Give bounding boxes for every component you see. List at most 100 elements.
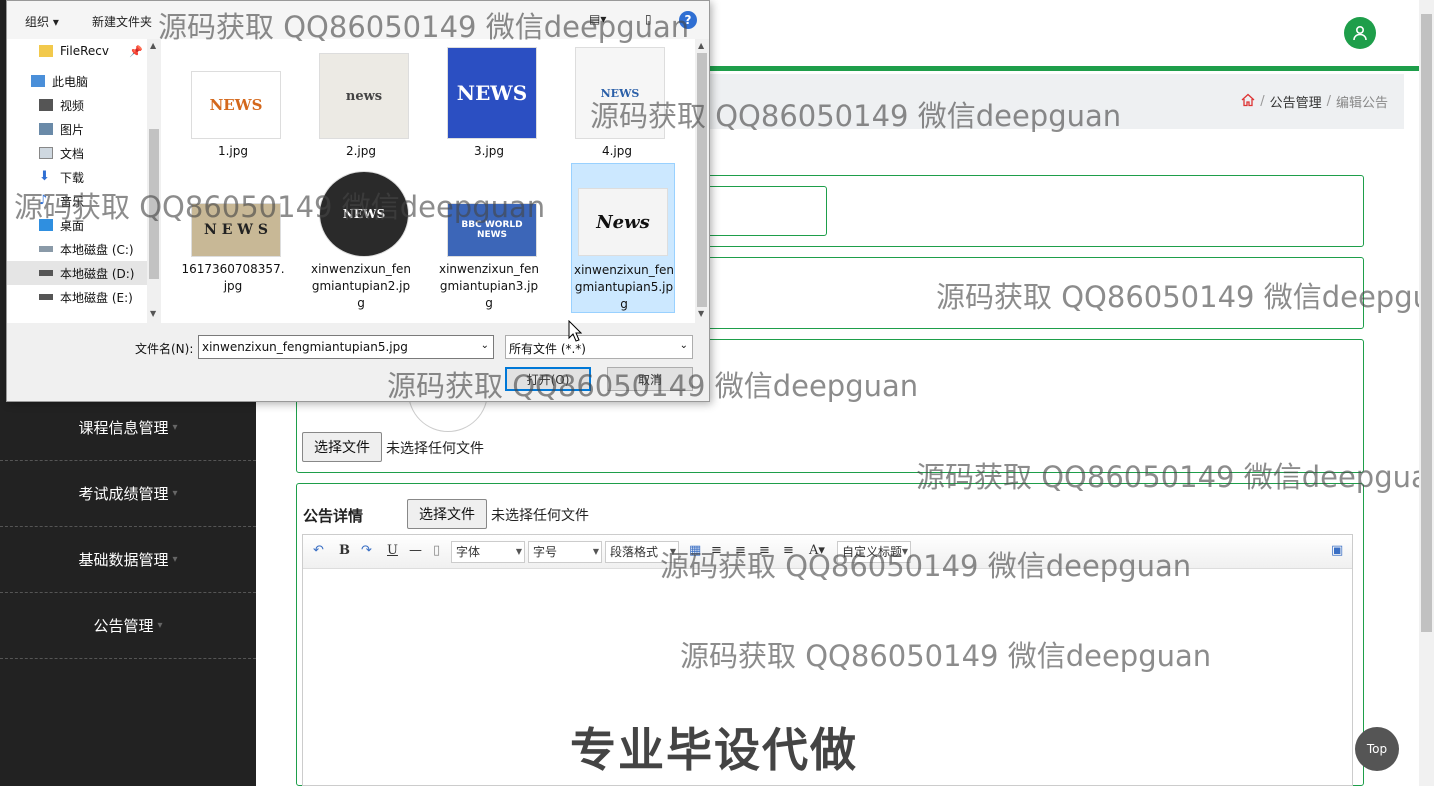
cover-file-status: 未选择任何文件 (386, 441, 484, 457)
breadcrumb-current: 编辑公告 (1335, 96, 1388, 111)
sidebar-item-basic-data[interactable]: 基础数据管理 ▾ (0, 527, 256, 593)
paragraph-format-select[interactable]: 段落格式 ▼ (605, 541, 679, 563)
preview-pane-icon[interactable]: ▯ (645, 12, 652, 26)
font-size-select[interactable]: 字号 ▼ (528, 541, 602, 563)
chevron-down-icon: ▼ (592, 547, 599, 556)
file-thumbnail: news (319, 53, 409, 139)
user-icon[interactable] (1344, 17, 1376, 49)
bold-icon[interactable]: B (339, 543, 350, 558)
navigation-scrollbar[interactable]: ▲ ▼ (147, 39, 161, 323)
page-icon[interactable]: ▯ (433, 543, 440, 558)
nav-item-label: FileRecv (60, 44, 109, 58)
nav-item-drive-d[interactable]: 本地磁盘 (D:) (7, 261, 147, 285)
file-item[interactable]: BBC WORLD NEWS xinwenzixun_fengmiantupia… (437, 163, 541, 313)
file-name: 1.jpg (217, 144, 249, 158)
horizontal-rule-icon[interactable]: — (409, 543, 422, 558)
align-right-icon[interactable]: ≡ (759, 543, 770, 558)
folder-icon (39, 45, 53, 57)
file-list-scrollbar[interactable]: ▲ ▼ (695, 39, 709, 323)
drive-icon (39, 270, 53, 276)
pin-icon: 📌 (129, 44, 143, 58)
mouse-cursor-icon (568, 319, 583, 346)
breadcrumb-section[interactable]: 公告管理 (1270, 92, 1322, 111)
new-folder-button[interactable]: 新建文件夹 (92, 13, 152, 30)
undo-icon[interactable]: ↶ (313, 543, 324, 558)
back-to-top-button[interactable]: Top (1355, 727, 1399, 771)
nav-item-drive-c[interactable]: 本地磁盘 (C:) (7, 237, 147, 261)
nav-item-downloads[interactable]: ⬇ 下载 (7, 165, 147, 189)
cancel-button[interactable]: 取消 (607, 367, 693, 391)
chevron-down-icon: ▼ (669, 547, 676, 556)
file-name: xinwenzixun_fengmiantupian2.jpg (310, 262, 411, 310)
nav-item-music[interactable]: ♪ 音乐 (7, 189, 147, 213)
file-name: xinwenzixun_fengmiantupian5.jpg (573, 263, 674, 311)
nav-item-label: 桌面 (60, 218, 85, 233)
home-icon[interactable] (1241, 93, 1255, 111)
nav-item-documents[interactable]: 文档 (7, 141, 147, 165)
file-item[interactable]: NEWS xinwenzixun_fengmiantupian2.jpg (309, 163, 413, 313)
navigation-scrollbar-thumb[interactable] (149, 129, 159, 279)
details-file-status: 未选择任何文件 (491, 508, 589, 524)
sidebar-item-label: 公告管理 (93, 617, 154, 635)
nav-item-videos[interactable]: 视频 (7, 93, 147, 117)
nav-item-label: 本地磁盘 (C:) (60, 242, 134, 257)
file-thumbnail: NEWS (575, 47, 665, 139)
sidebar-item-notice[interactable]: 公告管理 ▾ (0, 593, 256, 659)
custom-title-select[interactable]: 自定义标题 ▼ (837, 541, 911, 563)
scroll-up-icon[interactable]: ▲ (698, 41, 704, 50)
nav-item-this-pc[interactable]: 此电脑 (7, 69, 147, 93)
chevron-down-icon: ▾ (172, 554, 178, 565)
nav-item-pictures[interactable]: 图片 (7, 117, 147, 141)
font-color-icon[interactable]: A▾ (809, 543, 825, 558)
sidebar-item-exam[interactable]: 考试成绩管理 ▾ (0, 461, 256, 527)
file-name: 4.jpg (601, 144, 633, 158)
file-thumbnail: NEWS (319, 171, 409, 257)
fullscreen-icon[interactable]: ▣ (1331, 543, 1343, 558)
scroll-down-icon[interactable]: ▼ (698, 309, 704, 318)
font-family-select[interactable]: 字体 ▼ (451, 541, 525, 563)
file-item-selected[interactable]: News xinwenzixun_fengmiantupian5.jpg (571, 163, 675, 313)
nav-item-desktop[interactable]: 桌面 (7, 213, 147, 237)
redo-icon[interactable]: ↷ (361, 543, 372, 558)
nav-item-drive-e[interactable]: 本地磁盘 (E:) (7, 285, 147, 309)
filename-value: xinwenzixun_fengmiantupian5.jpg (202, 340, 408, 354)
nav-item-label: 图片 (60, 122, 85, 137)
page-scrollbar[interactable] (1419, 0, 1434, 786)
align-center-icon[interactable]: ≡ (735, 543, 746, 558)
details-choose-file-button[interactable]: 选择文件 (407, 499, 487, 529)
help-icon[interactable]: ? (679, 11, 697, 29)
file-name: xinwenzixun_fengmiantupian3.jpg (438, 262, 539, 310)
promo-overlay-text: 专业毕设代做 (570, 723, 858, 777)
dialog-toolbar: 组织 ▾ 新建文件夹 ▤▾ ▯ ? (7, 1, 709, 39)
nav-item-filerecv[interactable]: FileRecv 📌 (7, 39, 147, 63)
custom-title-select-label: 自定义标题 (842, 545, 903, 559)
file-item[interactable]: N E W S 1617360708357.jpg (181, 163, 285, 313)
underline-icon[interactable]: U (387, 543, 398, 558)
scroll-up-icon[interactable]: ▲ (150, 41, 156, 50)
sidebar-item-label: 课程信息管理 (78, 419, 169, 437)
page-scrollbar-thumb[interactable] (1421, 14, 1432, 632)
sidebar-item-course[interactable]: 课程信息管理 ▾ (0, 395, 256, 461)
view-options-icon[interactable]: ▤▾ (589, 12, 606, 26)
file-thumbnail: NEWS (447, 47, 537, 139)
chevron-down-icon: ▼ (901, 547, 908, 556)
chevron-down-icon: ▼ (515, 547, 522, 556)
table-icon[interactable]: ▦ (689, 543, 701, 558)
title-input[interactable] (700, 186, 827, 236)
open-button[interactable]: 打开(O) (505, 367, 591, 391)
chevron-down-icon: ▾ (157, 620, 163, 631)
organize-menu[interactable]: 组织 ▾ (25, 13, 59, 30)
drive-icon (39, 294, 53, 300)
chevron-down-icon[interactable]: ⌄ (481, 340, 489, 351)
breadcrumb: / 公告管理 / 编辑公告 (656, 74, 1404, 129)
cover-choose-file-button[interactable]: 选择文件 (302, 432, 382, 462)
scroll-down-icon[interactable]: ▼ (150, 309, 156, 318)
align-justify-icon[interactable]: ≡ (783, 543, 794, 558)
filename-input[interactable]: xinwenzixun_fengmiantupian5.jpg ⌄ (198, 335, 494, 359)
align-left-icon[interactable]: ≡ (711, 543, 722, 558)
nav-item-label: 音乐 (60, 194, 85, 209)
filetype-select[interactable]: 所有文件 (*.*) ⌄ (505, 335, 693, 359)
file-list-scrollbar-thumb[interactable] (697, 53, 707, 307)
nav-item-label: 本地磁盘 (E:) (60, 290, 133, 305)
chevron-down-icon: ▾ (172, 422, 178, 433)
